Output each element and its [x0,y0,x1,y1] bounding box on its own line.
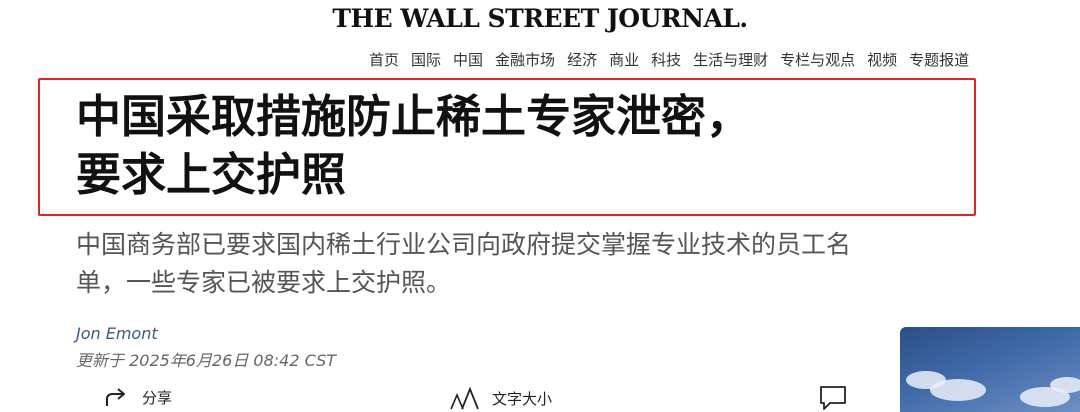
nav-item-opinion[interactable]: 专栏与观点 [780,49,855,70]
nav-item-tech[interactable]: 科技 [651,49,681,70]
comment-button[interactable] [818,384,848,412]
share-label: 分享 [142,388,173,407]
author-link[interactable]: Jon Emont [76,324,158,343]
nav-item-economy[interactable]: 经济 [567,49,597,70]
headline-line-1: 中国采取措施防止稀土专家泄密， [76,90,752,143]
text-size-icon [450,386,480,410]
article-thumbnail-image[interactable] [900,327,1080,412]
comment-icon [818,384,848,412]
nav-item-world[interactable]: 国际 [411,49,441,70]
nav-item-home[interactable]: 首页 [369,49,399,70]
share-arrow-icon [104,386,130,408]
article-headline: 中国采取措施防止稀土专家泄密， 要求上交护照 [76,88,936,204]
nav-item-business[interactable]: 商业 [609,49,639,70]
share-button[interactable]: 分享 [104,386,172,408]
nav-item-features[interactable]: 专题报道 [909,49,969,70]
nav-item-china[interactable]: 中国 [453,49,483,70]
text-size-label: 文字大小 [492,389,553,408]
subhead-line-2: 单，一些专家已被要求上交护照。 [76,268,452,297]
publish-timestamp: 更新于 2025年6月26日 08:42 CST [76,351,337,370]
nav-item-video[interactable]: 视频 [867,49,897,70]
masthead-logo[interactable]: THE WALL STREET JOURNAL. [0,4,1080,33]
main-nav: 首页 国际 中国 金融市场 经济 商业 科技 生活与理财 专栏与观点 视频 专题… [369,49,969,70]
nav-item-markets[interactable]: 金融市场 [495,49,555,70]
article-subhead: 中国商务部已要求国内稀土行业公司向政府提交掌握专业技术的员工名 单，一些专家已被… [76,226,896,302]
text-size-button[interactable]: 文字大小 [450,386,552,410]
headline-line-2: 要求上交护照 [76,148,347,201]
nav-item-life[interactable]: 生活与理财 [693,49,768,70]
subhead-line-1: 中国商务部已要求国内稀土行业公司向政府提交掌握专业技术的员工名 [76,230,852,259]
